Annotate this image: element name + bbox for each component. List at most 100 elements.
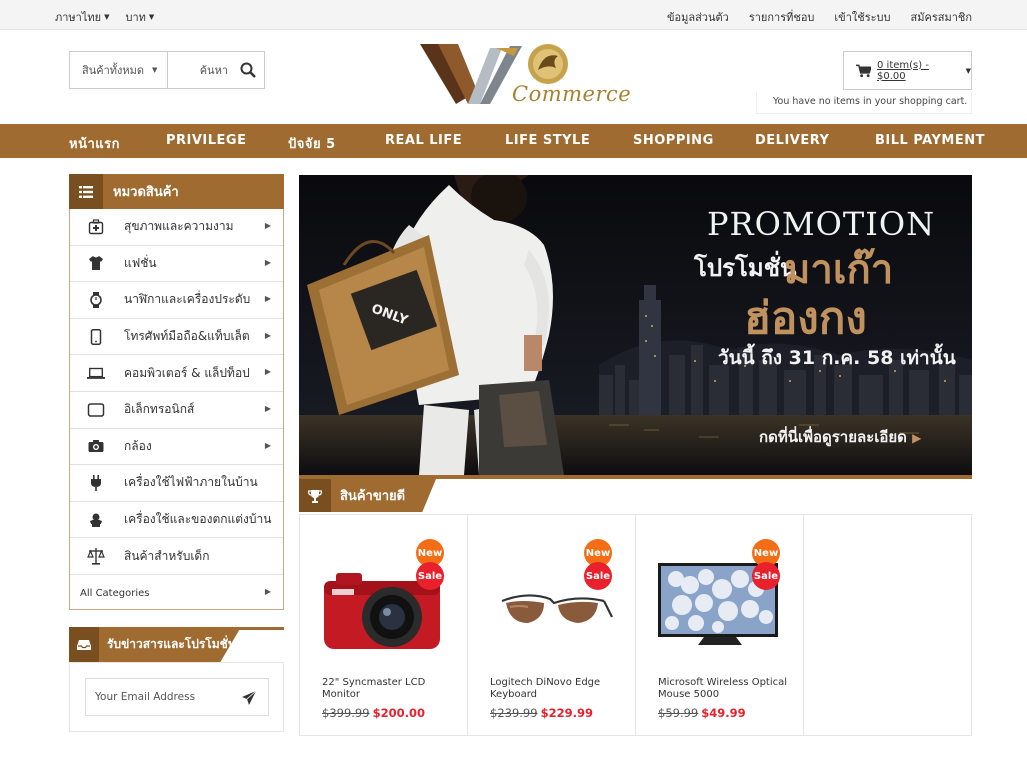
- category-item-health-beauty[interactable]: สุขภาพและความงาม ▶: [70, 209, 283, 246]
- send-icon[interactable]: [242, 691, 256, 705]
- link-wishlist[interactable]: รายการที่ชอบ: [749, 8, 815, 26]
- sale-badge: Sale: [416, 562, 444, 590]
- product-name[interactable]: Logitech DiNovo Edge Keyboard: [490, 677, 620, 701]
- caret-right-icon: ▶: [264, 440, 271, 450]
- email-field[interactable]: [95, 691, 235, 703]
- product-card[interactable]: New Sale Microsoft Wireless Optical Mous…: [636, 515, 804, 735]
- nav-item-real-life[interactable]: REAL LIFE: [385, 133, 462, 148]
- search-input[interactable]: [168, 63, 228, 77]
- category-menu-title: หมวดสินค้า: [113, 185, 179, 200]
- category-item-label: แฟชั่น: [124, 255, 157, 270]
- category-item-electronics[interactable]: อิเล็กทรอนิกส์ ▶: [70, 392, 283, 429]
- caret-right-icon: ▶: [264, 330, 271, 340]
- product-price: $59.99 $49.99: [658, 706, 746, 720]
- tablet-icon: [87, 401, 105, 419]
- category-item-label: โทรศัพท์มือถือ&แท็บเล็ต: [124, 329, 250, 344]
- category-item-label: สุขภาพและความงาม: [124, 219, 234, 234]
- product-name[interactable]: Microsoft Wireless Optical Mouse 5000: [658, 677, 788, 701]
- medkit-icon: [87, 218, 105, 236]
- category-item-label: เครื่องใช้ไฟฟ้าภายในบ้าน: [124, 475, 258, 490]
- product-grid: New Sale 22" Syncmaster LCD Monitor $399…: [299, 514, 972, 736]
- sale-badge: Sale: [584, 562, 612, 590]
- category-item-watches[interactable]: นาฬิกาและเครื่องประดับ ▶: [70, 282, 283, 319]
- watch-icon: [87, 291, 105, 309]
- shopping-cart-icon: [856, 64, 872, 77]
- language-selector[interactable]: ภาษาไทย ▼: [55, 8, 109, 26]
- nav-item-shopping[interactable]: SHOPPING: [633, 133, 714, 148]
- inbox-icon: [69, 627, 99, 662]
- link-account[interactable]: ข้อมูลส่วนตัว: [667, 8, 729, 26]
- product-name[interactable]: 22" Syncmaster LCD Monitor: [322, 677, 452, 701]
- language-label: ภาษาไทย: [55, 11, 102, 24]
- search-category-select[interactable]: สินค้าทั้งหมด ▼: [70, 52, 168, 88]
- newsletter-title: รับข่าวสารและโปรโมชั่น: [107, 637, 236, 651]
- link-login[interactable]: เข้าใช้ระบบ: [834, 8, 890, 26]
- caret-right-icon: ▶: [264, 221, 271, 230]
- category-item-fashion[interactable]: แฟชั่น ▶: [70, 246, 283, 283]
- list-icon: [69, 174, 103, 209]
- bestseller-header: สินค้าขายดี: [299, 479, 972, 512]
- newsletter-field: [85, 678, 269, 716]
- category-item-label: สินค้าสำหรับเด็ก: [124, 548, 210, 563]
- currency-selector[interactable]: บาท ▼: [125, 8, 154, 26]
- nav-item-factor5[interactable]: ปัจจัย 5: [288, 133, 336, 154]
- newsletter-header: รับข่าวสารและโปรโมชั่น: [69, 627, 284, 662]
- category-item-home-appliances[interactable]: เครื่องใช้ไฟฟ้าภายในบ้าน: [70, 465, 283, 502]
- product-sale-price: $229.99: [540, 706, 593, 720]
- caret-down-icon: ▼: [148, 13, 155, 21]
- category-item-camera[interactable]: กล้อง ▶: [70, 429, 283, 466]
- product-price: $239.99 $229.99: [490, 706, 593, 720]
- caret-right-icon: ▶: [264, 586, 271, 596]
- product-old-price: $239.99: [490, 706, 538, 720]
- product-card[interactable]: New Sale Logitech DiNovo Edge Keyboard $…: [468, 515, 636, 735]
- nav-item-delivery[interactable]: DELIVERY: [755, 133, 829, 148]
- banner-cta[interactable]: กดที่นี่เพื่อดูรายละเอียด ▶: [759, 425, 921, 449]
- trophy-icon: [299, 479, 331, 512]
- caret-down-icon: ▼: [104, 13, 110, 21]
- nav-item-home[interactable]: หน้าแรก: [69, 133, 120, 154]
- category-item-label: คอมพิวเตอร์ & แล็ปท็อป: [124, 365, 250, 380]
- cart-empty-note: You have no items in your shopping cart.: [756, 92, 972, 114]
- product-price: $399.99 $200.00: [322, 706, 425, 720]
- search-box: สินค้าทั้งหมด ▼: [69, 51, 265, 89]
- currency-label: บาท: [125, 11, 146, 24]
- cart-button[interactable]: 0 item(s) - $0.00 ▼: [843, 51, 972, 90]
- product-sale-price: $200.00: [372, 706, 425, 720]
- banner-date: วันนี้ ถึง 31 ก.ค. 58 เท่านั้น: [718, 347, 956, 369]
- baby-icon: [87, 547, 105, 565]
- caret-right-icon: ▶: [264, 403, 271, 413]
- search-icon[interactable]: [240, 62, 256, 78]
- product-sale-price: $49.99: [701, 706, 746, 720]
- category-item-all[interactable]: All Categories ▶: [70, 575, 283, 612]
- site-logo[interactable]: Commerce: [418, 42, 632, 108]
- product-card[interactable]: New Sale 22" Syncmaster LCD Monitor $399…: [300, 515, 468, 735]
- nav-item-bill-payment[interactable]: BILL PAYMENT: [875, 133, 985, 148]
- decor-icon: [87, 511, 105, 529]
- mobile-icon: [87, 328, 105, 346]
- category-item-home-decor[interactable]: เครื่องใช้และของตกแต่งบ้าน: [70, 502, 283, 539]
- bestseller-title: สินค้าขายดี: [340, 489, 406, 504]
- category-item-computers[interactable]: คอมพิวเตอร์ & แล็ปท็อป ▶: [70, 355, 283, 392]
- nav-item-life-style[interactable]: LIFE STYLE: [505, 133, 590, 148]
- cart-summary: 0 item(s) - $0.00: [877, 59, 929, 82]
- promo-banner[interactable]: ONLY PROMOTION โปรโมชั่น มาเก๊า ฮ่องกง ว…: [299, 175, 972, 475]
- nav-item-privilege[interactable]: PRIVILEGE: [166, 133, 247, 148]
- camera-icon: [87, 437, 105, 455]
- category-item-kids[interactable]: สินค้าสำหรับเด็ก: [70, 538, 283, 575]
- category-menu-header: หมวดสินค้า: [69, 174, 284, 209]
- banner-title-th-promotion: โปรโมชั่น: [694, 254, 797, 282]
- caret-down-icon: ▼: [152, 66, 158, 74]
- logo-text: Commerce: [512, 82, 632, 106]
- category-all-label: All Categories: [80, 587, 150, 599]
- sale-badge: Sale: [752, 562, 780, 590]
- top-bar: ภาษาไทย ▼ บาท ▼ ข้อมูลส่วนตัว รายการที่ชอบ…: [0, 0, 1027, 30]
- caret-down-icon: ▼: [965, 66, 971, 75]
- caret-right-icon: ▶: [264, 294, 271, 304]
- category-item-mobile-tablet[interactable]: โทรศัพท์มือถือ&แท็บเล็ต ▶: [70, 319, 283, 356]
- banner-cta-label: กดที่นี่เพื่อดูรายละเอียด: [759, 428, 907, 446]
- product-old-price: $399.99: [322, 706, 370, 720]
- link-register[interactable]: สมัครสมาชิก: [911, 8, 973, 26]
- shirt-icon: [87, 254, 105, 272]
- newsletter-box: [69, 662, 284, 732]
- page: ภาษาไทย ▼ บาท ▼ ข้อมูลส่วนตัว รายการที่ชอบ…: [0, 0, 1027, 760]
